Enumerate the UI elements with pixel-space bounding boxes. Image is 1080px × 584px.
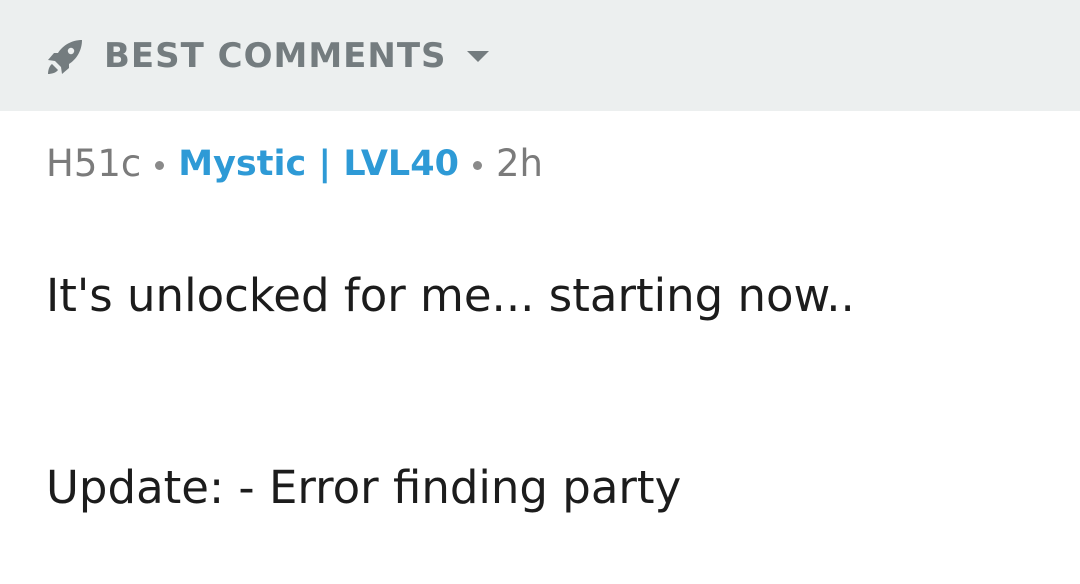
comment-meta: H51c Mystic | LVL40 2h: [46, 140, 1046, 188]
comment-author[interactable]: H51c: [46, 140, 141, 188]
comment-line: It's unlocked for me... starting now..: [46, 269, 855, 322]
comment-line: Update: - Error finding party: [46, 461, 682, 514]
user-flair: Mystic | LVL40: [178, 144, 459, 184]
comment-age: 2h: [495, 142, 543, 185]
separator-dot: [472, 160, 482, 170]
caret-down-icon: [465, 48, 491, 64]
separator-dot: [155, 160, 165, 170]
comment: H51c Mystic | LVL40 2h It's unlocked for…: [46, 140, 1046, 584]
sort-dropdown[interactable]: BEST COMMENTS: [0, 0, 1080, 111]
rocket-icon: [46, 38, 84, 76]
comment-body: It's unlocked for me... starting now.. U…: [46, 200, 1046, 584]
sort-label: BEST COMMENTS: [104, 35, 447, 76]
